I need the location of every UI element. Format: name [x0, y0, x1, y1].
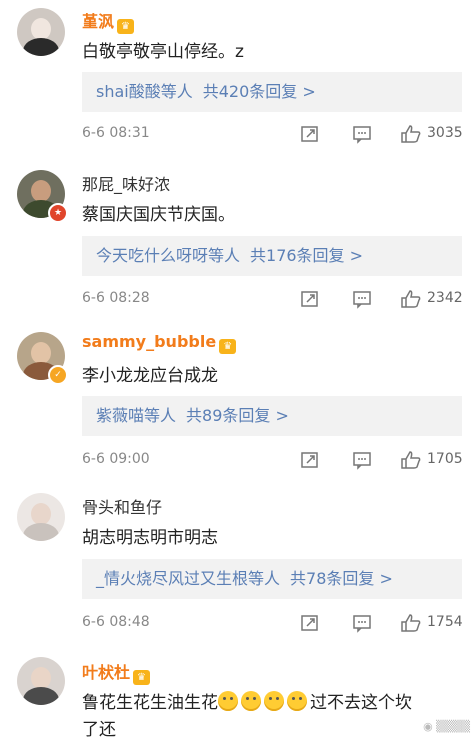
- like-count: 1705: [427, 451, 463, 467]
- reply-count-link[interactable]: 共420条回复 >: [203, 82, 316, 101]
- replies-preview[interactable]: 今天吃什么呀呀等人 共176条回复 >: [82, 236, 462, 276]
- username[interactable]: 那屁_味好浓: [82, 171, 170, 195]
- comment-text-part: 过不去这个坎: [310, 693, 412, 713]
- laugh-cry-emoji-icon: [218, 691, 238, 711]
- like-icon[interactable]: [400, 613, 422, 633]
- like-count: 2342: [427, 290, 463, 306]
- like-icon[interactable]: [400, 124, 422, 144]
- replies-preview[interactable]: 紫薇喵等人 共89条回复 >: [82, 396, 462, 436]
- username[interactable]: 堇沨 ♛: [82, 8, 135, 34]
- comment-item: 叶枤杜 ♛ 鲁花生花生油生花 过不去这个坎 了还: [0, 645, 474, 741]
- comment-time: 6-6 09:00: [82, 451, 150, 467]
- laugh-cry-emoji-icon: [287, 691, 307, 711]
- laugh-cry-emoji-icon: [264, 691, 284, 711]
- member-crown-icon: ♛: [133, 670, 151, 685]
- repost-icon[interactable]: [300, 450, 320, 470]
- comment-icon[interactable]: [352, 289, 372, 309]
- reply-names: _情火烧尽风过又生根等人: [96, 569, 281, 588]
- comment-text: 李小龙龙应台成龙: [82, 366, 218, 386]
- avatar[interactable]: [17, 8, 65, 56]
- username-label[interactable]: 叶枤杜: [82, 663, 130, 682]
- comment-icon[interactable]: [352, 450, 372, 470]
- reply-count-link[interactable]: 共176条回复 >: [250, 246, 363, 265]
- avatar[interactable]: [17, 657, 65, 705]
- comment-item: ★ 那屁_味好浓 蔡国庆国庆节庆国。 今天吃什么呀呀等人 共176条回复 > 6-…: [0, 160, 474, 320]
- reply-count-link[interactable]: 共89条回复 >: [186, 406, 289, 425]
- like-icon[interactable]: [400, 450, 422, 470]
- reply-names: 今天吃什么呀呀等人: [96, 246, 241, 265]
- repost-icon[interactable]: [300, 124, 320, 144]
- verified-badge-icon: ★: [48, 203, 68, 223]
- reply-count-link[interactable]: 共78条回复 >: [290, 569, 393, 588]
- username-label[interactable]: sammy_bubble: [82, 332, 216, 351]
- like-icon[interactable]: [400, 289, 422, 309]
- avatar[interactable]: [17, 493, 65, 541]
- comment-item: ✓ sammy_bubble ♛ 李小龙龙应台成龙 紫薇喵等人 共89条回复 > 6…: [0, 320, 474, 485]
- reply-names: 紫薇喵等人: [96, 406, 177, 425]
- comment-actions: 1754: [300, 613, 470, 635]
- comment-text: 胡志明志明市明志: [82, 528, 218, 548]
- comment-time: 6-6 08:31: [82, 125, 150, 141]
- comment-time: 6-6 08:28: [82, 290, 150, 306]
- comment-icon[interactable]: [352, 613, 372, 633]
- like-count: 3035: [427, 125, 463, 141]
- member-crown-icon: ♛: [219, 339, 237, 354]
- replies-preview[interactable]: shai酸酸等人 共420条回复 >: [82, 72, 462, 112]
- reply-names: shai酸酸等人: [96, 82, 193, 101]
- comment-actions: 2342: [300, 289, 470, 311]
- laugh-cry-emoji-icon: [241, 691, 261, 711]
- comment-text: 白敬亭敬亭山停经。z: [82, 42, 244, 62]
- like-count: 1754: [427, 614, 463, 630]
- username[interactable]: 骨头和鱼仔: [82, 494, 162, 518]
- username[interactable]: sammy_bubble ♛: [82, 332, 237, 354]
- comment-actions: 3035: [300, 124, 470, 146]
- replies-preview[interactable]: _情火烧尽风过又生根等人 共78条回复 >: [82, 559, 462, 599]
- repost-icon[interactable]: [300, 613, 320, 633]
- username-label[interactable]: 堇沨: [82, 12, 114, 31]
- comment-text: 鲁花生花生油生花 过不去这个坎: [82, 688, 412, 713]
- comment-text-part: 鲁花生花生油生花: [82, 693, 218, 713]
- comment-text: 蔡国庆国庆节庆国。: [82, 205, 235, 225]
- member-crown-icon: ♛: [117, 19, 135, 34]
- comment-item: 堇沨 ♛ 白敬亭敬亭山停经。z shai酸酸等人 共420条回复 > 6-6 08:…: [0, 0, 474, 160]
- watermark-logo: ◉ ▒▒▒▒: [423, 720, 470, 733]
- comment-actions: 1705: [300, 450, 470, 472]
- comment-time: 6-6 08:48: [82, 614, 150, 630]
- comment-item: 骨头和鱼仔 胡志明志明市明志 _情火烧尽风过又生根等人 共78条回复 > 6-6 …: [0, 485, 474, 645]
- comment-icon[interactable]: [352, 124, 372, 144]
- repost-icon[interactable]: [300, 289, 320, 309]
- verified-badge-icon: ✓: [48, 365, 68, 385]
- username[interactable]: 叶枤杜 ♛: [82, 659, 151, 685]
- comment-text-line2: 了还: [82, 720, 116, 740]
